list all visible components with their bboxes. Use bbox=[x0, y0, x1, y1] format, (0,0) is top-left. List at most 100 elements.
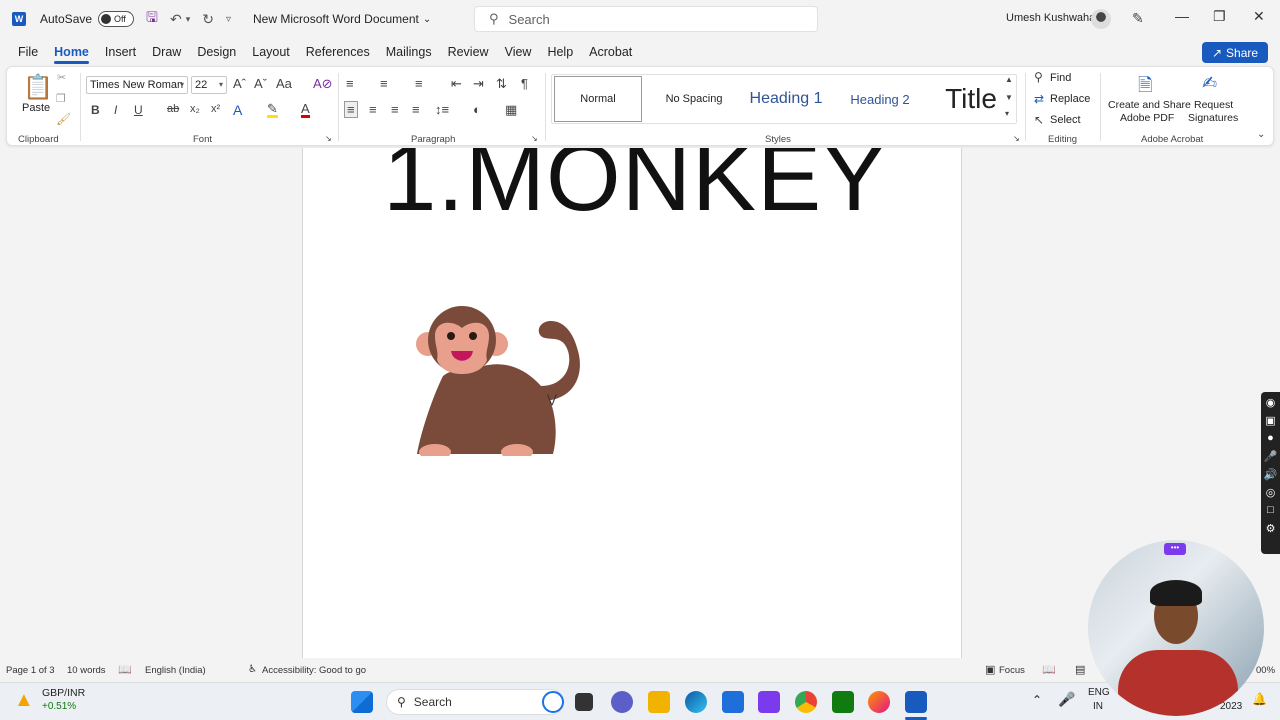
tab-layout[interactable]: Layout bbox=[244, 38, 298, 66]
minimize-icon[interactable]: — bbox=[1175, 8, 1189, 24]
tab-insert[interactable]: Insert bbox=[97, 38, 144, 66]
stock-name[interactable]: GBP/INR bbox=[42, 687, 85, 699]
xbox-icon[interactable] bbox=[832, 691, 854, 713]
word-count[interactable]: 10 words bbox=[67, 665, 106, 676]
find-icon[interactable]: ⚲ bbox=[1034, 70, 1043, 84]
subscript-icon[interactable]: x₂ bbox=[190, 103, 200, 115]
proofing-icon[interactable]: 📖 bbox=[118, 663, 132, 676]
focus-button[interactable]: Focus bbox=[999, 665, 1025, 676]
increase-indent-icon[interactable]: ⇥ bbox=[473, 76, 484, 92]
maximize-icon[interactable]: ❐ bbox=[1213, 8, 1226, 25]
language-indicator[interactable]: ENG bbox=[1088, 687, 1110, 698]
taskbar-search[interactable]: ⚲ Search bbox=[386, 689, 564, 715]
tab-help[interactable]: Help bbox=[539, 38, 581, 66]
undo-dropdown-icon[interactable]: ▾ bbox=[186, 14, 191, 25]
speaker-icon[interactable]: 🔊 bbox=[1261, 468, 1280, 482]
search-input[interactable]: ⚲ Search bbox=[474, 6, 818, 32]
record-icon[interactable]: ● bbox=[1261, 432, 1280, 446]
window-icon[interactable]: □ bbox=[1261, 504, 1280, 518]
tab-view[interactable]: View bbox=[497, 38, 540, 66]
monkey-image[interactable] bbox=[413, 306, 583, 456]
style-normal[interactable]: Normal bbox=[554, 76, 642, 122]
underline-icon[interactable]: U bbox=[134, 103, 143, 117]
mic-icon[interactable]: 🎤 bbox=[1261, 450, 1280, 464]
sort-icon[interactable]: ⇅ bbox=[496, 76, 507, 92]
text-effects-icon[interactable]: A bbox=[233, 102, 242, 118]
justify-icon[interactable]: ≡ bbox=[412, 102, 420, 117]
language-status[interactable]: English (India) bbox=[145, 665, 206, 676]
accessibility-status[interactable]: Accessibility: Good to go bbox=[262, 665, 366, 676]
find-button[interactable]: Find bbox=[1050, 72, 1071, 84]
format-painter-icon[interactable]: 🖌 bbox=[56, 112, 71, 126]
store-icon[interactable] bbox=[722, 691, 744, 713]
align-left-icon[interactable]: ≡ bbox=[344, 101, 358, 118]
replace-icon[interactable]: ⇄ bbox=[1034, 92, 1044, 106]
page-count[interactable]: Page 1 of 3 bbox=[6, 665, 55, 676]
tab-draw[interactable]: Draw bbox=[144, 38, 189, 66]
shrink-font-icon[interactable]: Aˇ bbox=[254, 76, 267, 91]
close-icon[interactable]: ✕ bbox=[1253, 8, 1265, 25]
tab-mailings[interactable]: Mailings bbox=[378, 38, 440, 66]
document-heading[interactable]: 1.MONKEY bbox=[383, 148, 887, 226]
gear-icon[interactable]: ⚙ bbox=[1261, 522, 1280, 536]
styles-more-icon[interactable]: ▾ bbox=[1005, 109, 1009, 118]
user-name[interactable]: Umesh Kushwaha bbox=[1006, 12, 1095, 24]
customize-toolbar-icon[interactable]: ▿ bbox=[226, 14, 231, 25]
read-mode-icon[interactable]: 📖 bbox=[1042, 663, 1056, 676]
word-taskbar-icon[interactable] bbox=[905, 691, 927, 713]
tab-design[interactable]: Design bbox=[189, 38, 244, 66]
redo-icon[interactable]: ↻ bbox=[202, 11, 214, 28]
avatar[interactable] bbox=[1091, 9, 1111, 29]
zoom-level[interactable]: 00% bbox=[1256, 665, 1275, 676]
cut-icon[interactable]: ✂ bbox=[57, 71, 66, 84]
paste-label[interactable]: Paste bbox=[22, 102, 50, 114]
multilevel-list-icon[interactable]: ≡ bbox=[415, 76, 423, 91]
request-signatures-label-2[interactable]: Signatures bbox=[1188, 112, 1238, 124]
align-center-icon[interactable]: ≡ bbox=[369, 102, 377, 117]
replace-button[interactable]: Replace bbox=[1050, 93, 1090, 105]
tab-review[interactable]: Review bbox=[440, 38, 497, 66]
app-icon[interactable] bbox=[758, 691, 780, 713]
select-button[interactable]: Select bbox=[1050, 114, 1081, 126]
microphone-icon[interactable]: 🎤 bbox=[1058, 691, 1075, 708]
print-layout-icon[interactable]: ▤ bbox=[1075, 663, 1085, 676]
collapse-ribbon-icon[interactable]: ⌄ bbox=[1257, 129, 1265, 140]
bullets-icon[interactable]: ≡ bbox=[346, 76, 354, 91]
tab-file[interactable]: File bbox=[10, 38, 46, 66]
font-color-icon[interactable]: A bbox=[301, 102, 310, 118]
styles-scroll-down-icon[interactable]: ▼ bbox=[1005, 93, 1013, 102]
request-signatures-label[interactable]: Request bbox=[1194, 99, 1233, 111]
styles-scroll-up-icon[interactable]: ▲ bbox=[1005, 75, 1013, 84]
align-right-icon[interactable]: ≡ bbox=[391, 102, 399, 117]
shading-icon[interactable]: ◐ bbox=[473, 102, 481, 117]
chevron-down-icon[interactable]: ⌄ bbox=[423, 14, 431, 25]
webcam-menu-icon[interactable]: ••• bbox=[1164, 543, 1186, 555]
change-case-icon[interactable]: Aa bbox=[276, 76, 292, 91]
file-explorer-icon[interactable] bbox=[648, 691, 670, 713]
screenshot-icon[interactable]: ▣ bbox=[1261, 414, 1280, 428]
chevron-up-icon[interactable]: ⌃ bbox=[1032, 693, 1042, 707]
document-page[interactable]: 1.MONKEY ⋁ bbox=[302, 148, 962, 658]
style-no-spacing[interactable]: No Spacing bbox=[650, 75, 738, 123]
webcam-toggle-icon[interactable]: ◎ bbox=[1261, 486, 1280, 500]
font-dialog-launcher-icon[interactable]: ↘ bbox=[325, 134, 332, 143]
borders-icon[interactable]: ▦ bbox=[505, 102, 517, 118]
teams-icon[interactable] bbox=[611, 691, 633, 713]
autosave-toggle[interactable]: Off bbox=[98, 11, 135, 27]
camera-icon[interactable]: ◉ bbox=[1261, 396, 1280, 410]
tab-references[interactable]: References bbox=[298, 38, 378, 66]
share-button[interactable]: ↗ Share bbox=[1202, 42, 1268, 63]
document-title[interactable]: New Microsoft Word Document bbox=[253, 12, 419, 26]
paste-icon[interactable]: 📋 bbox=[23, 73, 53, 102]
style-title[interactable]: Title bbox=[926, 75, 1016, 123]
numbering-icon[interactable]: ≡ bbox=[380, 76, 388, 91]
font-size-select[interactable]: 22 ▾ bbox=[191, 76, 227, 94]
strikethrough-icon[interactable]: ab bbox=[167, 103, 179, 115]
focus-icon[interactable]: ▣ bbox=[985, 663, 995, 676]
start-button-icon[interactable] bbox=[351, 691, 373, 713]
create-pdf-label-2[interactable]: Adobe PDF bbox=[1120, 112, 1174, 124]
style-heading-2[interactable]: Heading 2 bbox=[834, 75, 926, 123]
clear-formatting-icon[interactable]: A⊘ bbox=[313, 76, 333, 92]
edge-icon[interactable] bbox=[685, 691, 707, 713]
line-spacing-icon[interactable]: ↕≡ bbox=[435, 102, 449, 117]
